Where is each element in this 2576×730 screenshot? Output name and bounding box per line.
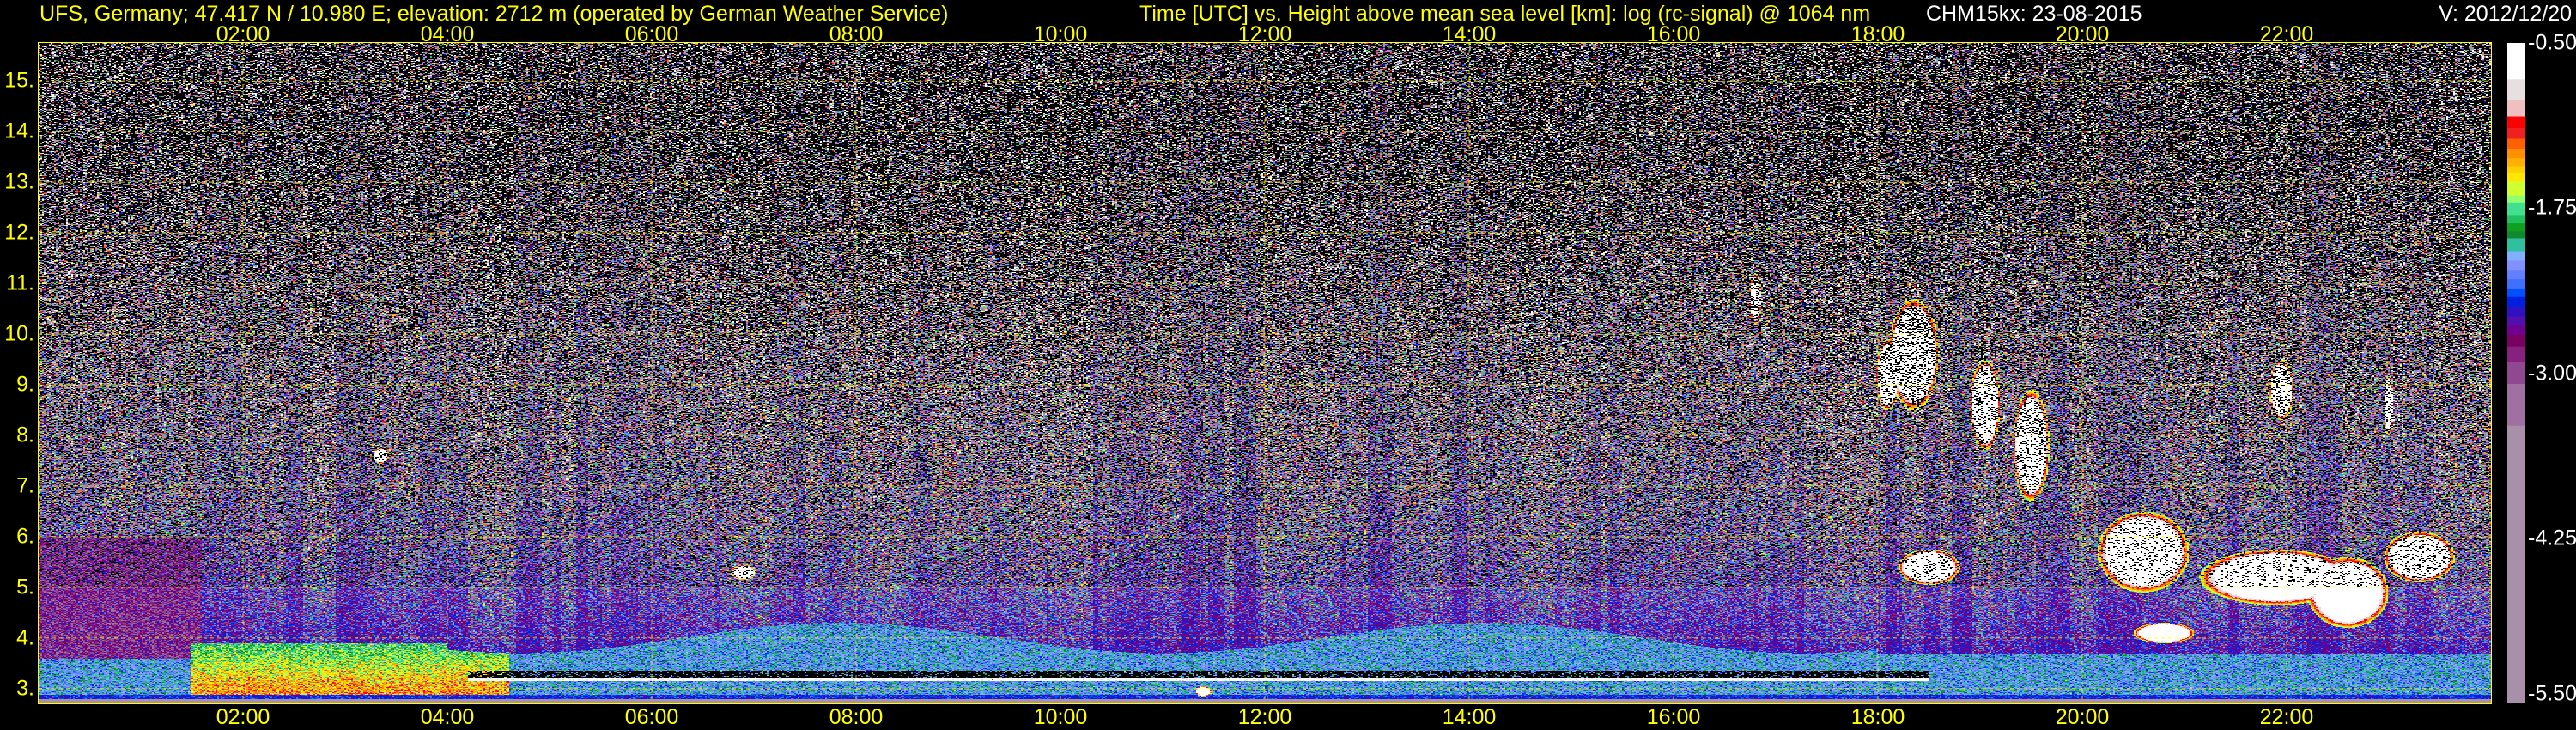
y-tick-label: 3. xyxy=(16,676,34,701)
x-tick-label-bottom: 02:00 xyxy=(216,705,270,729)
colorbar xyxy=(2507,43,2525,703)
x-tick-label-top: 08:00 xyxy=(829,22,884,46)
colorbar-level xyxy=(2507,307,2525,317)
x-tick-label-top: 14:00 xyxy=(1442,22,1497,46)
colorbar-level xyxy=(2507,195,2525,204)
x-tick-label-top: 04:00 xyxy=(420,22,475,46)
x-tick-label-bottom: 12:00 xyxy=(1237,705,1292,729)
instrument-date-label: CHM15kx: 23-08-2015 xyxy=(1926,2,2142,26)
version-label: V: 2012/12/20 xyxy=(2439,2,2572,26)
colorbar-tick-label: -0.50 xyxy=(2528,30,2576,55)
x-tick-label-bottom: 08:00 xyxy=(829,705,884,729)
colorbar-level xyxy=(2507,260,2525,271)
colorbar-level xyxy=(2507,231,2525,239)
x-tick-label-top: 16:00 xyxy=(1646,22,1701,46)
x-tick-label-bottom: 06:00 xyxy=(624,705,679,729)
colorbar-level xyxy=(2507,316,2525,325)
colorbar-level xyxy=(2507,279,2525,289)
x-tick-label-top: 12:00 xyxy=(1237,22,1292,46)
x-tick-label-bottom: 22:00 xyxy=(2259,705,2314,729)
colorbar-level xyxy=(2507,202,2525,216)
colorbar-level xyxy=(2507,296,2525,308)
y-tick-label: 5. xyxy=(16,575,34,599)
y-tick-label: 11. xyxy=(6,271,34,295)
colorbar-tick-label: -3.00 xyxy=(2528,361,2576,385)
x-tick-label-bottom: 14:00 xyxy=(1442,705,1497,729)
y-tick-label: 15. xyxy=(4,68,34,93)
colorbar-level xyxy=(2507,149,2525,159)
y-tick-label: 9. xyxy=(16,372,34,397)
colorbar-level xyxy=(2507,383,2525,427)
x-tick-label-bottom: 10:00 xyxy=(1033,705,1088,729)
colorbar-level xyxy=(2507,43,2525,80)
colorbar-level xyxy=(2507,425,2525,703)
colorbar-level xyxy=(2507,166,2525,174)
x-tick-label-top: 22:00 xyxy=(2259,22,2314,46)
colorbar-tick-label: -1.75 xyxy=(2528,195,2576,220)
y-tick-label: 12. xyxy=(4,220,34,245)
colorbar-level xyxy=(2507,238,2525,252)
colorbar-level xyxy=(2507,362,2525,385)
y-tick-label: 14. xyxy=(4,119,34,143)
y-tick-label: 8. xyxy=(16,423,34,447)
colorbar-level xyxy=(2507,288,2525,298)
y-tick-label: 4. xyxy=(16,625,34,650)
x-tick-label-bottom: 16:00 xyxy=(1646,705,1701,729)
y-tick-label: 6. xyxy=(16,524,34,549)
colorbar-tick-label: -5.50 xyxy=(2528,681,2576,706)
colorbar-tick-label: -4.25 xyxy=(2528,526,2576,551)
x-tick-label-bottom: 04:00 xyxy=(420,705,475,729)
y-tick-label: 10. xyxy=(4,321,34,346)
x-tick-label-bottom: 20:00 xyxy=(2055,705,2110,729)
x-tick-label-top: 02:00 xyxy=(216,22,270,46)
colorbar-level xyxy=(2507,158,2525,167)
colorbar-level xyxy=(2507,100,2525,118)
y-tick-label: 7. xyxy=(16,473,34,498)
colorbar-level xyxy=(2507,270,2525,280)
colorbar-level xyxy=(2507,116,2525,129)
colorbar-level xyxy=(2507,215,2525,224)
colorbar-level xyxy=(2507,128,2525,140)
x-tick-label-top: 20:00 xyxy=(2055,22,2110,46)
x-tick-label-bottom: 18:00 xyxy=(1850,705,1905,729)
colorbar-level xyxy=(2507,79,2525,101)
x-tick-label-top: 18:00 xyxy=(1850,22,1905,46)
station-info-title: UFS, Germany; 47.417 N / 10.980 E; eleva… xyxy=(39,2,949,26)
backscatter-heatmap xyxy=(39,43,2491,703)
colorbar-level xyxy=(2507,251,2525,261)
colorbar-level xyxy=(2507,335,2525,348)
y-tick-label: 13. xyxy=(4,169,34,194)
x-tick-label-top: 06:00 xyxy=(624,22,679,46)
colorbar-level xyxy=(2507,346,2525,362)
x-tick-label-top: 10:00 xyxy=(1033,22,1088,46)
colorbar-level xyxy=(2507,223,2525,232)
colorbar-level xyxy=(2507,173,2525,182)
colorbar-level xyxy=(2507,325,2525,336)
colorbar-level xyxy=(2507,181,2525,197)
colorbar-level xyxy=(2507,138,2525,150)
